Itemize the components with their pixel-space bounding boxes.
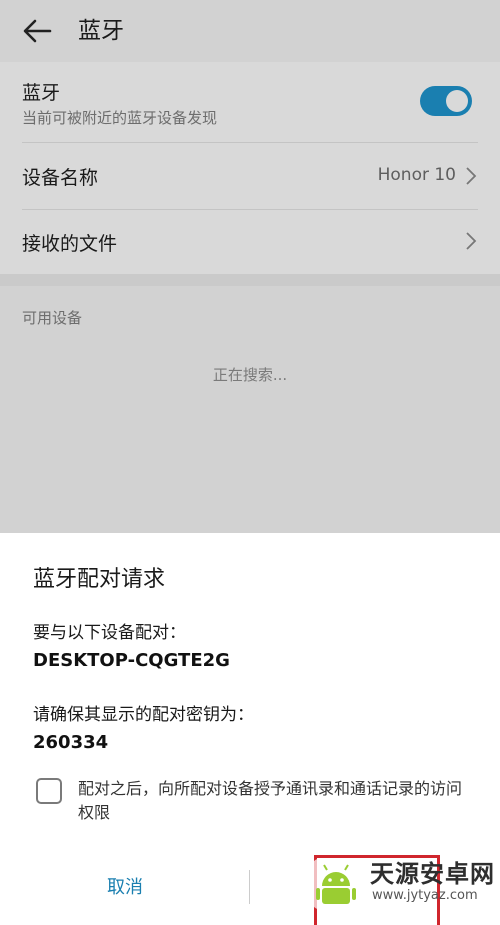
cancel-button[interactable]: 取消 bbox=[0, 863, 250, 913]
contacts-access-checkbox[interactable] bbox=[36, 778, 62, 804]
toggle-knob bbox=[446, 90, 468, 112]
bluetooth-toggle[interactable] bbox=[420, 86, 472, 116]
dialog-title: 蓝牙配对请求 bbox=[33, 567, 166, 592]
device-name-row[interactable]: 设备名称 Honor 10 bbox=[0, 142, 500, 209]
available-devices-header: 可用设备 bbox=[22, 309, 83, 327]
device-name-value: Honor 10 bbox=[377, 165, 456, 185]
searching-status: 正在搜索... bbox=[212, 366, 288, 384]
received-files-row[interactable]: 接收的文件 bbox=[0, 209, 500, 274]
app-bar: 蓝牙 bbox=[0, 0, 500, 62]
chevron-right-icon bbox=[466, 232, 477, 250]
bluetooth-toggle-row[interactable]: 蓝牙 当前可被附近的蓝牙设备发现 bbox=[0, 62, 500, 142]
passkey-prompt: 请确保其显示的配对密钥为： bbox=[33, 705, 254, 725]
device-name-label: 设备名称 bbox=[22, 167, 99, 189]
received-files-label: 接收的文件 bbox=[22, 233, 118, 255]
discoverable-subtitle: 当前可被附近的蓝牙设备发现 bbox=[22, 109, 218, 127]
settings-card: 蓝牙 当前可被附近的蓝牙设备发现 设备名称 Honor 10 接收的文件 bbox=[0, 62, 500, 274]
passkey-value: 260334 bbox=[33, 732, 109, 753]
back-arrow-icon[interactable] bbox=[20, 14, 54, 48]
watermark-url: www.jytyaz.com bbox=[372, 888, 478, 903]
page-title: 蓝牙 bbox=[78, 18, 124, 44]
android-logo-icon bbox=[310, 858, 362, 910]
chevron-right-icon bbox=[466, 167, 477, 185]
device-identifier: DESKTOP-CQGTE2G bbox=[33, 650, 230, 671]
watermark-name: 天源安卓网 bbox=[370, 860, 495, 888]
contacts-access-label: 配对之后，向所配对设备授予通讯录和通话记录的访问权限 bbox=[78, 779, 463, 822]
bluetooth-label: 蓝牙 bbox=[22, 82, 61, 104]
section-gap bbox=[0, 274, 500, 286]
pair-prompt: 要与以下设备配对： bbox=[33, 623, 186, 643]
watermark-logo: 天源安卓网 www.jytyaz.com bbox=[306, 852, 496, 916]
